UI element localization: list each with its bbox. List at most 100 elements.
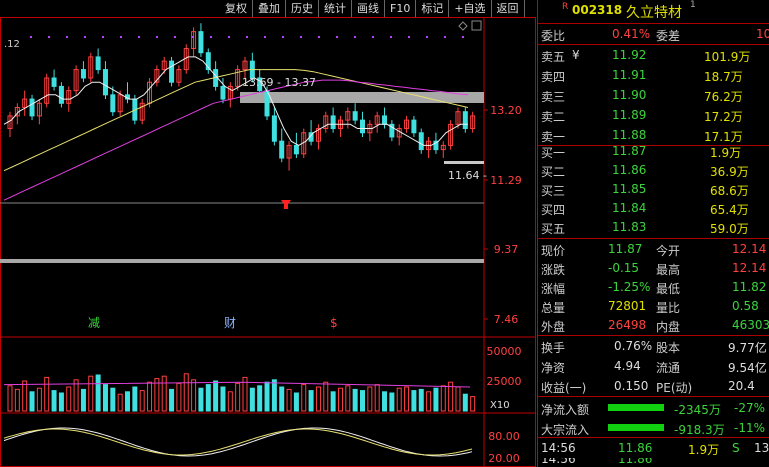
candle-body [110, 94, 116, 113]
toolbar-button-4[interactable]: 画线 [352, 0, 385, 17]
volume-bar [125, 391, 130, 412]
stat-value-2: 0.58 [732, 299, 759, 313]
info-row: 换手 0.76% 股本 9.77亿 [538, 336, 769, 356]
flow-row: 大宗流入 -918.3万 -11% [538, 418, 769, 438]
flow-label: 大宗流入 [541, 423, 590, 437]
stat-value: 11.87 [608, 242, 643, 256]
volume-bar [29, 391, 35, 412]
marker-dot [390, 36, 392, 38]
candle-body [279, 140, 285, 159]
volume-label: 25000 [487, 375, 522, 388]
volume-bar [360, 390, 365, 412]
candle-body [29, 98, 35, 117]
info-label-2: 股本 [656, 341, 681, 355]
volume-bar [249, 387, 255, 412]
current-level [444, 161, 484, 164]
ask-label: 卖二 [541, 110, 566, 124]
bid-price: 11.83 [612, 220, 647, 234]
event-label: 财 [224, 316, 236, 330]
info-label-2: 流通 [656, 361, 681, 375]
toolbar-button-6[interactable]: 标记 [416, 0, 450, 17]
volume-bar [426, 391, 432, 412]
price-label: 7.46 [494, 313, 519, 326]
candle-body [418, 132, 424, 151]
volume-bar [279, 386, 285, 412]
bid-label: 买二 [541, 165, 566, 179]
tick-volume: 1.9万 [688, 443, 720, 457]
candle-body [58, 85, 64, 104]
volume-unit: X10 [490, 400, 510, 411]
indicator-label: 80.00 [488, 430, 520, 443]
volume-bar [88, 375, 94, 412]
stat-label-2: 今开 [656, 244, 681, 258]
info-value: 0.76% [614, 339, 653, 353]
toolbar-button-1[interactable]: 叠加 [253, 0, 286, 17]
ask-row: 卖四 11.91 18.7万 [538, 65, 769, 85]
ask-mark: ¥ [572, 48, 580, 62]
candle-body [80, 69, 86, 79]
stock-header: R 002318 久立特材 1 [538, 0, 769, 22]
top-left-label: .12 [4, 39, 20, 50]
stat-value-2: 12.14 [732, 242, 767, 256]
volume-label: 50000 [487, 345, 522, 358]
candle-body [95, 56, 101, 71]
volume-bar [198, 387, 204, 412]
flow-value: -918.3万 [674, 423, 725, 437]
candle-body [293, 144, 299, 155]
resistance-band [240, 92, 484, 103]
event-label: $ [330, 316, 338, 330]
bid-price: 11.84 [612, 201, 647, 215]
toolbar-button-2[interactable]: 历史 [286, 0, 319, 17]
marker-dot [156, 36, 158, 38]
marker-dot [120, 36, 122, 38]
stat-label: 总量 [541, 301, 566, 315]
volume-bar [14, 388, 20, 412]
tick-time: 14:56 [541, 441, 576, 455]
bid-price: 11.87 [612, 144, 647, 158]
bid-label: 买一 [541, 146, 566, 160]
bid-volume: 1.9万 [710, 146, 742, 160]
volume-bar [323, 381, 329, 412]
volume-bar [73, 379, 79, 412]
marker-dot [354, 36, 356, 38]
ask-price: 11.89 [612, 108, 647, 122]
kline-chart[interactable]: 13.20 11.29 9.37 7.46 .12 13.69 - 13.37 11.64 … [0, 17, 536, 467]
candle-body [271, 115, 277, 142]
volume-bar [139, 390, 145, 412]
bid-volume: 36.9万 [710, 165, 749, 179]
volume-bar [235, 382, 241, 412]
ask-price: 11.92 [612, 48, 647, 62]
tick-side: S [732, 441, 740, 455]
volume-bar [51, 390, 57, 412]
indicator-line-yellow [3, 428, 473, 456]
stat-value: 72801 [608, 299, 647, 313]
volume-bar [7, 385, 13, 412]
price-label: 13.20 [490, 104, 522, 117]
marker-dot [102, 36, 104, 38]
volume-bar [315, 386, 321, 412]
stat-value: 26498 [608, 318, 647, 332]
tick-time-2: 14:56 [541, 458, 576, 466]
info-label: 净资 [541, 361, 566, 375]
flow-bar [608, 424, 664, 431]
toolbar-button-3[interactable]: 统计 [319, 0, 352, 17]
toolbar-button-5[interactable]: F10 [385, 0, 417, 17]
flow-pct: -27% [734, 401, 766, 415]
volume-bar [337, 387, 343, 412]
volume-bar [117, 393, 123, 412]
info-value-2: 9.54亿 [728, 361, 767, 375]
marker-dot [228, 36, 230, 38]
volume-bar [396, 387, 402, 412]
bid-row: 买四 11.84 65.4万 [538, 198, 769, 218]
volume-bar [330, 391, 336, 412]
volume-bar [433, 387, 439, 412]
stat-label-2: 最高 [656, 263, 681, 277]
stat-row: 现价 11.87 今开 12.14 [538, 239, 769, 259]
stat-value-2: 12.14 [732, 261, 767, 275]
tick-price-2: 11.86 [618, 458, 653, 466]
toolbar-button-7[interactable]: +自选 [449, 0, 492, 17]
toolbar-button-8[interactable]: 返回 [491, 0, 525, 17]
marker-dot [408, 36, 410, 38]
bid-label: 买五 [541, 222, 566, 236]
toolbar-button-0[interactable]: 复权 [220, 0, 253, 17]
